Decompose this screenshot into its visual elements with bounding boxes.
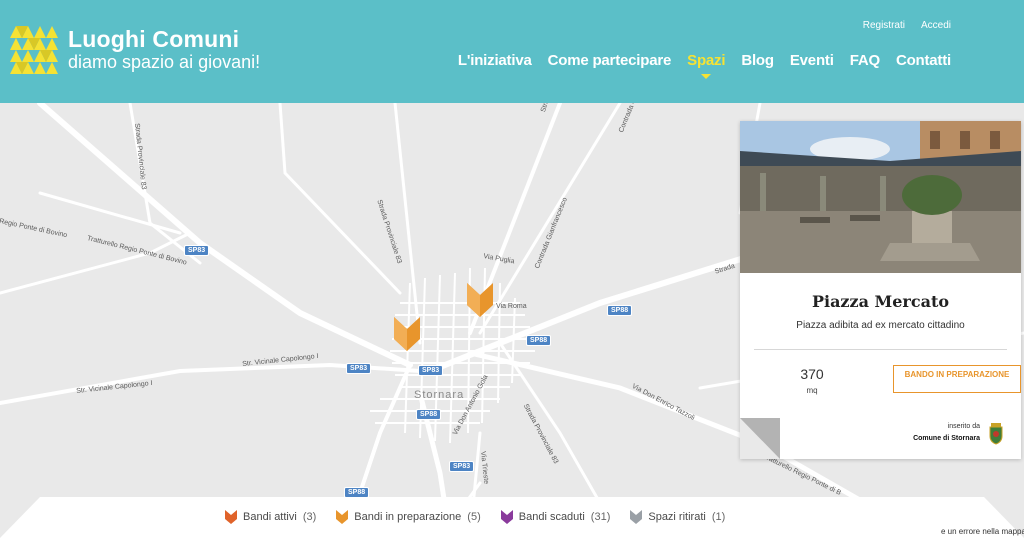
fox-pin-icon bbox=[630, 510, 643, 524]
space-size-unit: mq bbox=[806, 386, 818, 395]
logo-title: Luoghi Comuni bbox=[68, 26, 240, 52]
logo-triangles-icon bbox=[10, 26, 58, 74]
fox-pin-icon bbox=[336, 510, 349, 524]
space-pin-preparation[interactable] bbox=[467, 283, 493, 317]
legend-count: (31) bbox=[590, 511, 611, 523]
road-badge-sp83: SP83 bbox=[184, 245, 210, 256]
login-link[interactable]: Accedi bbox=[921, 20, 951, 31]
legend-count: (3) bbox=[302, 511, 317, 523]
road-badge-sp88: SP88 bbox=[607, 305, 633, 316]
legend-label: Spazi ritirati bbox=[648, 511, 706, 523]
legend-preparation[interactable]: Bandi in preparazione (5) bbox=[336, 510, 481, 524]
space-title: Piazza Mercato bbox=[811, 292, 950, 311]
status-badge[interactable]: BANDO IN PREPARAZIONE bbox=[893, 365, 1021, 393]
legend-label: Bandi scaduti bbox=[518, 511, 585, 523]
nav-events[interactable]: Eventi bbox=[790, 52, 834, 69]
nav-spaces[interactable]: Spazi bbox=[687, 52, 726, 79]
road-badge-sp88: SP88 bbox=[526, 335, 552, 346]
municipal-crest-icon bbox=[989, 423, 1003, 445]
nav-blog[interactable]: Blog bbox=[741, 52, 774, 69]
nav-spaces-label: Spazi bbox=[687, 52, 726, 69]
legend-withdrawn[interactable]: Spazi ritirati (1) bbox=[630, 510, 725, 524]
nav-how-to-participate[interactable]: Come partecipare bbox=[548, 52, 672, 69]
legend-expired[interactable]: Bandi scaduti (31) bbox=[500, 510, 611, 524]
main-nav: L'iniziativa Come partecipare Spazi Blog… bbox=[458, 52, 951, 79]
nav-faq[interactable]: FAQ bbox=[850, 52, 880, 69]
space-description: Piazza adibita ad ex mercato cittadino bbox=[796, 320, 965, 331]
road-badge-sp83: SP83 bbox=[346, 363, 372, 374]
legend-active[interactable]: Bandi attivi (3) bbox=[225, 510, 316, 524]
road-badge-sp88: SP88 bbox=[416, 409, 442, 420]
legend-label: Bandi attivi bbox=[243, 511, 297, 523]
register-link[interactable]: Registrati bbox=[863, 20, 905, 31]
active-caret-icon bbox=[701, 74, 712, 79]
site-header: Luoghi Comuni diamo spazio ai giovani! R… bbox=[0, 0, 1024, 103]
map-legend: Bandi attivi (3) Bandi in preparazione (… bbox=[225, 510, 725, 524]
inserted-by-name[interactable]: Comune di Stornara bbox=[888, 435, 980, 442]
report-map-error-link[interactable]: e un errore nella mappa bbox=[941, 527, 1024, 536]
legend-count: (1) bbox=[711, 511, 726, 523]
nav-initiative[interactable]: L'iniziativa bbox=[458, 52, 532, 69]
site-logo[interactable]: Luoghi Comuni diamo spazio ai giovani! bbox=[10, 26, 260, 74]
road-badge-sp83: SP83 bbox=[449, 461, 475, 472]
space-info-card[interactable]: Piazza Mercato Piazza adibita ad ex merc… bbox=[740, 121, 1021, 459]
fox-pin-icon bbox=[500, 510, 513, 524]
inserted-by-label: inserito da bbox=[947, 423, 980, 430]
account-links: Registrati Accedi bbox=[863, 20, 951, 31]
space-pin-preparation[interactable] bbox=[394, 317, 420, 351]
space-size-value: 370 bbox=[800, 366, 824, 382]
logo-subtitle: diamo spazio ai giovani! bbox=[68, 52, 261, 72]
card-divider bbox=[754, 349, 1007, 350]
road-label: Via Roma bbox=[496, 303, 527, 310]
nav-contacts[interactable]: Contatti bbox=[896, 52, 951, 69]
fox-pin-icon bbox=[225, 510, 237, 524]
legend-label: Bandi in preparazione bbox=[354, 511, 462, 523]
card-corner-fold-icon bbox=[740, 418, 780, 459]
road-badge-sp83: SP83 bbox=[418, 365, 444, 376]
legend-count: (5) bbox=[467, 511, 481, 523]
town-label: Stornara bbox=[414, 389, 465, 401]
space-photo bbox=[740, 121, 1021, 273]
